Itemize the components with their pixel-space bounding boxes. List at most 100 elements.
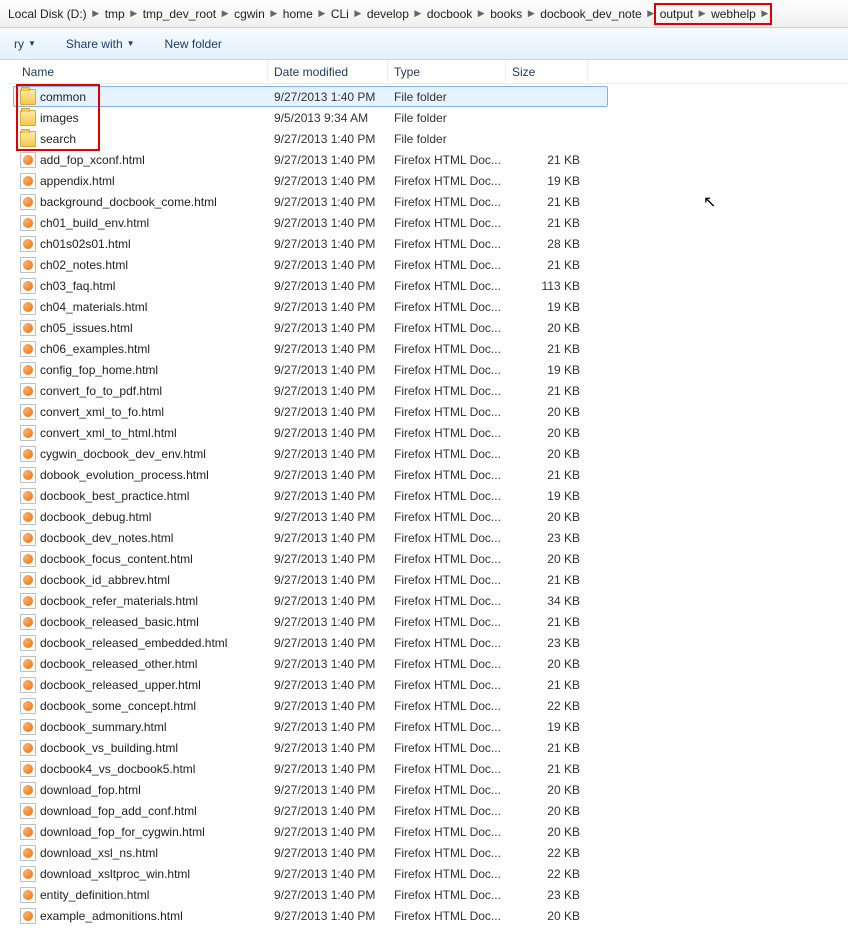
folder-row[interactable]: images9/5/2013 9:34 AMFile folder (14, 107, 848, 128)
column-header-name[interactable]: Name (8, 60, 268, 83)
file-row[interactable]: ch03_faq.html9/27/2013 1:40 PMFirefox HT… (14, 275, 848, 296)
chevron-right-icon[interactable]: ▶ (526, 3, 536, 25)
file-size: 21 KB (512, 741, 594, 755)
file-row[interactable]: docbook_summary.html9/27/2013 1:40 PMFir… (14, 716, 848, 737)
breadcrumb-segment[interactable]: webhelp (707, 3, 760, 25)
file-row[interactable]: docbook_debug.html9/27/2013 1:40 PMFiref… (14, 506, 848, 527)
html-file-icon (20, 446, 36, 462)
breadcrumb-segment[interactable]: CLi (327, 3, 353, 25)
file-row[interactable]: ch02_notes.html9/27/2013 1:40 PMFirefox … (14, 254, 848, 275)
breadcrumb-segment[interactable]: cgwin (230, 3, 269, 25)
file-row[interactable]: add_fop_xconf.html9/27/2013 1:40 PMFiref… (14, 149, 848, 170)
file-size: 19 KB (512, 489, 594, 503)
column-header-type[interactable]: Type (388, 60, 506, 83)
file-row[interactable]: docbook_best_practice.html9/27/2013 1:40… (14, 485, 848, 506)
file-name: ch04_materials.html (40, 300, 147, 314)
folder-row[interactable]: search9/27/2013 1:40 PMFile folder (14, 128, 848, 149)
file-row[interactable]: entity_definition.html9/27/2013 1:40 PMF… (14, 884, 848, 905)
file-row[interactable]: ch06_examples.html9/27/2013 1:40 PMFiref… (14, 338, 848, 359)
file-type: Firefox HTML Doc... (394, 909, 512, 923)
file-row[interactable]: docbook_focus_content.html9/27/2013 1:40… (14, 548, 848, 569)
file-row[interactable]: docbook4_vs_docbook5.html9/27/2013 1:40 … (14, 758, 848, 779)
file-size: 22 KB (512, 867, 594, 881)
file-name: ch01_build_env.html (40, 216, 149, 230)
column-header-date[interactable]: Date modified (268, 60, 388, 83)
file-row[interactable]: docbook_released_embedded.html9/27/2013 … (14, 632, 848, 653)
file-size: 20 KB (512, 657, 594, 671)
file-row[interactable]: docbook_released_basic.html9/27/2013 1:4… (14, 611, 848, 632)
toolbar-new-folder[interactable]: New folder (159, 33, 228, 55)
file-size: 20 KB (512, 510, 594, 524)
breadcrumb-segment[interactable]: docbook (423, 3, 476, 25)
breadcrumb-segment[interactable]: books (486, 3, 526, 25)
chevron-right-icon[interactable]: ▶ (353, 3, 363, 25)
file-size: 20 KB (512, 405, 594, 419)
toolbar-library[interactable]: ry ▼ (8, 33, 42, 55)
file-row[interactable]: cygwin_docbook_dev_env.html9/27/2013 1:4… (14, 443, 848, 464)
toolbar-share[interactable]: Share with ▼ (60, 33, 141, 55)
html-file-icon (20, 698, 36, 714)
chevron-right-icon[interactable]: ▶ (760, 3, 770, 25)
file-row[interactable]: docbook_id_abbrev.html9/27/2013 1:40 PMF… (14, 569, 848, 590)
file-row[interactable]: convert_fo_to_pdf.html9/27/2013 1:40 PMF… (14, 380, 848, 401)
file-row[interactable]: docbook_dev_notes.html9/27/2013 1:40 PMF… (14, 527, 848, 548)
chevron-right-icon[interactable]: ▶ (91, 3, 101, 25)
html-file-icon (20, 572, 36, 588)
file-date: 9/27/2013 1:40 PM (274, 804, 394, 818)
file-row[interactable]: download_xsltproc_win.html9/27/2013 1:40… (14, 863, 848, 884)
file-row[interactable]: config_fop_home.html9/27/2013 1:40 PMFir… (14, 359, 848, 380)
file-row[interactable]: download_fop_for_cygwin.html9/27/2013 1:… (14, 821, 848, 842)
column-header-size[interactable]: Size (506, 60, 588, 83)
breadcrumb-segment[interactable]: tmp (101, 3, 129, 25)
breadcrumb-segment[interactable]: develop (363, 3, 413, 25)
file-date: 9/27/2013 1:40 PM (274, 279, 394, 293)
file-row[interactable]: example_admonitions.html9/27/2013 1:40 P… (14, 905, 848, 926)
file-type: Firefox HTML Doc... (394, 720, 512, 734)
breadcrumb-segment[interactable]: tmp_dev_root (139, 3, 220, 25)
file-date: 9/27/2013 1:40 PM (274, 489, 394, 503)
breadcrumb-segment[interactable]: Local Disk (D:) (4, 3, 91, 25)
file-name: cygwin_docbook_dev_env.html (40, 447, 206, 461)
chevron-right-icon[interactable]: ▶ (220, 3, 230, 25)
file-row[interactable]: appendix.html9/27/2013 1:40 PMFirefox HT… (14, 170, 848, 191)
file-row[interactable]: background_docbook_come.html9/27/2013 1:… (14, 191, 848, 212)
file-row[interactable]: docbook_vs_building.html9/27/2013 1:40 P… (14, 737, 848, 758)
breadcrumb-segment[interactable]: output (656, 3, 697, 25)
folder-row[interactable]: common9/27/2013 1:40 PMFile folder (13, 86, 608, 107)
breadcrumb-segment[interactable]: home (279, 3, 317, 25)
chevron-right-icon[interactable]: ▶ (413, 3, 423, 25)
file-row[interactable]: ch04_materials.html9/27/2013 1:40 PMFire… (14, 296, 848, 317)
file-type: Firefox HTML Doc... (394, 678, 512, 692)
chevron-right-icon[interactable]: ▶ (269, 3, 279, 25)
file-row[interactable]: ch05_issues.html9/27/2013 1:40 PMFirefox… (14, 317, 848, 338)
file-row[interactable]: download_fop_add_conf.html9/27/2013 1:40… (14, 800, 848, 821)
file-row[interactable]: docbook_some_concept.html9/27/2013 1:40 … (14, 695, 848, 716)
file-size: 21 KB (512, 258, 594, 272)
file-row[interactable]: docbook_refer_materials.html9/27/2013 1:… (14, 590, 848, 611)
file-row[interactable]: download_fop.html9/27/2013 1:40 PMFirefo… (14, 779, 848, 800)
file-row[interactable]: download_xsl_ns.html9/27/2013 1:40 PMFir… (14, 842, 848, 863)
chevron-right-icon[interactable]: ▶ (697, 3, 707, 25)
file-size: 20 KB (512, 447, 594, 461)
file-row[interactable]: dobook_evolution_process.html9/27/2013 1… (14, 464, 848, 485)
chevron-right-icon[interactable]: ▶ (129, 3, 139, 25)
chevron-right-icon[interactable]: ▶ (476, 3, 486, 25)
file-row[interactable]: convert_xml_to_fo.html9/27/2013 1:40 PMF… (14, 401, 848, 422)
file-size: 22 KB (512, 699, 594, 713)
file-type: Firefox HTML Doc... (394, 258, 512, 272)
breadcrumb[interactable]: Local Disk (D:)▶tmp▶tmp_dev_root▶cgwin▶h… (0, 0, 848, 28)
file-list[interactable]: common9/27/2013 1:40 PMFile folderimages… (8, 84, 848, 928)
breadcrumb-segment[interactable]: docbook_dev_note (536, 3, 645, 25)
html-file-icon (20, 824, 36, 840)
html-file-icon (20, 362, 36, 378)
file-row[interactable]: docbook_released_other.html9/27/2013 1:4… (14, 653, 848, 674)
file-row[interactable]: docbook_released_upper.html9/27/2013 1:4… (14, 674, 848, 695)
file-size: 19 KB (512, 363, 594, 377)
file-row[interactable]: ch01s02s01.html9/27/2013 1:40 PMFirefox … (14, 233, 848, 254)
file-row[interactable]: convert_xml_to_html.html9/27/2013 1:40 P… (14, 422, 848, 443)
file-row[interactable]: ch01_build_env.html9/27/2013 1:40 PMFire… (14, 212, 848, 233)
html-file-icon (20, 677, 36, 693)
file-name: config_fop_home.html (40, 363, 158, 377)
file-date: 9/27/2013 1:40 PM (274, 615, 394, 629)
chevron-right-icon[interactable]: ▶ (317, 3, 327, 25)
